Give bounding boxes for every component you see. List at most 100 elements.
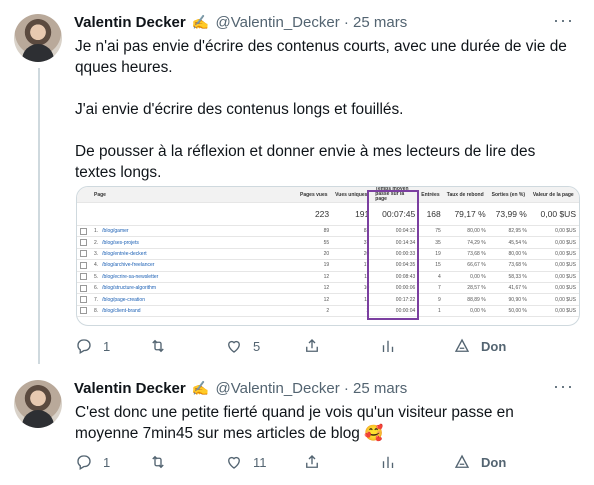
like-count: 11 (253, 454, 267, 470)
tip-button[interactable]: Don (453, 337, 506, 355)
row-checkbox[interactable] (80, 250, 87, 258)
row-checkbox[interactable] (80, 239, 87, 247)
tweet-paragraph: De pousser à la réflexion et donner envi… (75, 143, 540, 181)
row-value-views: 20 (297, 248, 333, 261)
row-value-val: 0,00 $US (529, 282, 579, 295)
reply-icon (77, 455, 91, 470)
row-value-val: 0,00 $US (529, 236, 579, 249)
avatar[interactable] (14, 380, 62, 428)
more-options-icon[interactable]: ··· (553, 376, 574, 397)
tweet-2-actions: 1 11 Don (75, 453, 515, 475)
tip-jar-icon (454, 454, 470, 468)
like-button[interactable]: 11 (225, 453, 267, 471)
table-row: 7./blog/page-creation 12 11 00:17:22 9 88,89 … (77, 293, 579, 306)
reply-button[interactable]: 1 (75, 337, 110, 355)
row-value-bounce: 0,00 % (443, 271, 489, 283)
row-checkbox[interactable] (80, 296, 87, 304)
row-value-views: 12 (297, 282, 333, 295)
column-header: Sorties (en %) (488, 187, 530, 203)
row-page-link[interactable]: /blog/ses-projets (102, 240, 139, 246)
author-handle[interactable]: @Valentin_Decker (216, 14, 340, 31)
row-value-bounce: 88,89 % (443, 293, 489, 306)
tweet-paragraph: Je n'ai pas envie d'écrire des contenus … (75, 38, 572, 76)
row-checkbox[interactable] (80, 307, 87, 315)
row-value-bounce: 74,29 % (443, 236, 489, 249)
share-icon (306, 455, 318, 468)
share-button[interactable] (303, 453, 321, 471)
tip-jar-icon (454, 338, 470, 352)
row-index: 2. (94, 239, 99, 246)
row-value-ent: 1 (418, 305, 444, 318)
row-index: 7. (94, 296, 99, 303)
author-name[interactable]: Valentin Decker (74, 380, 186, 397)
heart-icon (228, 456, 240, 469)
tweet-date[interactable]: 25 mars (353, 14, 407, 31)
row-page-link[interactable]: /blog/entrée-deckert (102, 251, 146, 257)
row-value-bounce: 80,00 % (443, 225, 489, 238)
row-value-val: 0,00 $US (529, 259, 579, 272)
table-row: 5./blog/ecrire-sa-newsletter 12 11 00:08:43… (77, 271, 579, 283)
tweet-paragraph: J'ai envie d'écrire des contenus longs e… (75, 101, 404, 118)
tweet-1-actions: 1 5 Don (75, 337, 515, 359)
writing-hand-emoji: ✍️ (191, 380, 210, 396)
row-index: 5. (94, 273, 99, 280)
analytics-button[interactable] (379, 453, 397, 471)
row-page-link[interactable]: /blog/page-creation (102, 297, 145, 303)
table-row: 4./blog/archive-freelancer 19 17 00:04:35 15… (77, 259, 579, 272)
row-value-views: 12 (297, 293, 333, 306)
analytics-icon (382, 340, 394, 352)
row-page-link[interactable]: /blog/archive-freelancer (102, 262, 154, 268)
retweet-button[interactable] (149, 337, 177, 355)
retweet-button[interactable] (149, 453, 177, 471)
row-value-exit: 45,54 % (488, 236, 530, 249)
analytics-icon (382, 456, 394, 468)
row-value-views: 55 (297, 236, 333, 249)
analytics-button[interactable] (379, 337, 397, 355)
row-checkbox[interactable] (80, 284, 87, 292)
row-value-views: 89 (297, 225, 333, 238)
row-value-ent: 7 (418, 282, 444, 295)
avatar[interactable] (14, 14, 62, 62)
row-value-exit: 41,67 % (488, 282, 530, 295)
total-value: 73,99 % (488, 202, 530, 226)
row-value-bounce: 28,57 % (443, 282, 489, 295)
share-button[interactable] (303, 337, 321, 355)
author-handle[interactable]: @Valentin_Decker (216, 380, 340, 397)
analytics-table: Page Pages vues Vues uniques Temps moyen… (77, 187, 579, 318)
table-row: 2./blog/ses-projets 55 37 00:14:34 35 74,29 %… (77, 236, 579, 249)
row-value-bounce: 0,00 % (443, 305, 489, 318)
row-value-ent: 15 (418, 259, 444, 272)
row-checkbox[interactable] (80, 261, 87, 269)
like-button[interactable]: 5 (225, 337, 260, 355)
row-value-ent: 35 (418, 236, 444, 249)
reply-button[interactable]: 1 (75, 453, 110, 471)
retweet-icon (152, 455, 164, 469)
row-checkbox[interactable] (80, 227, 87, 235)
row-index: 1. (94, 228, 99, 235)
row-value-ent: 19 (418, 248, 444, 261)
column-header: Page (91, 187, 297, 203)
row-page-link[interactable]: /blog/structure-algorithm (102, 285, 156, 291)
row-value-exit: 90,90 % (488, 293, 530, 306)
more-options-icon[interactable]: ··· (553, 10, 574, 31)
row-index: 3. (94, 250, 99, 257)
tweet-header: Valentin Decker ✍️ @Valentin_Decker · 25… (74, 380, 407, 397)
row-value-bounce: 66,67 % (443, 259, 489, 272)
tweet-date[interactable]: 25 mars (353, 380, 407, 397)
tip-button[interactable]: Don (453, 453, 506, 471)
row-page-link[interactable]: /blog/ecrire-sa-newsletter (102, 274, 158, 280)
row-value-val: 0,00 $US (529, 225, 579, 238)
row-index: 6. (94, 285, 99, 292)
thread-connector-line (38, 68, 40, 364)
reply-count: 1 (103, 454, 111, 470)
row-checkbox[interactable] (80, 273, 87, 281)
row-page-link[interactable]: /blog/client-brand (102, 308, 140, 314)
author-name[interactable]: Valentin Decker (74, 14, 186, 31)
attached-analytics-image[interactable]: Page Pages vues Vues uniques Temps moyen… (76, 186, 580, 326)
row-value-val: 0,00 $US (529, 305, 579, 318)
total-value: 79,17 % (443, 202, 489, 226)
donate-label: Don (481, 338, 507, 354)
row-value-exit: 50,00 % (488, 305, 530, 318)
row-value-val: 0,00 $US (529, 271, 579, 283)
row-page-link[interactable]: /blog/gamer (102, 228, 128, 234)
